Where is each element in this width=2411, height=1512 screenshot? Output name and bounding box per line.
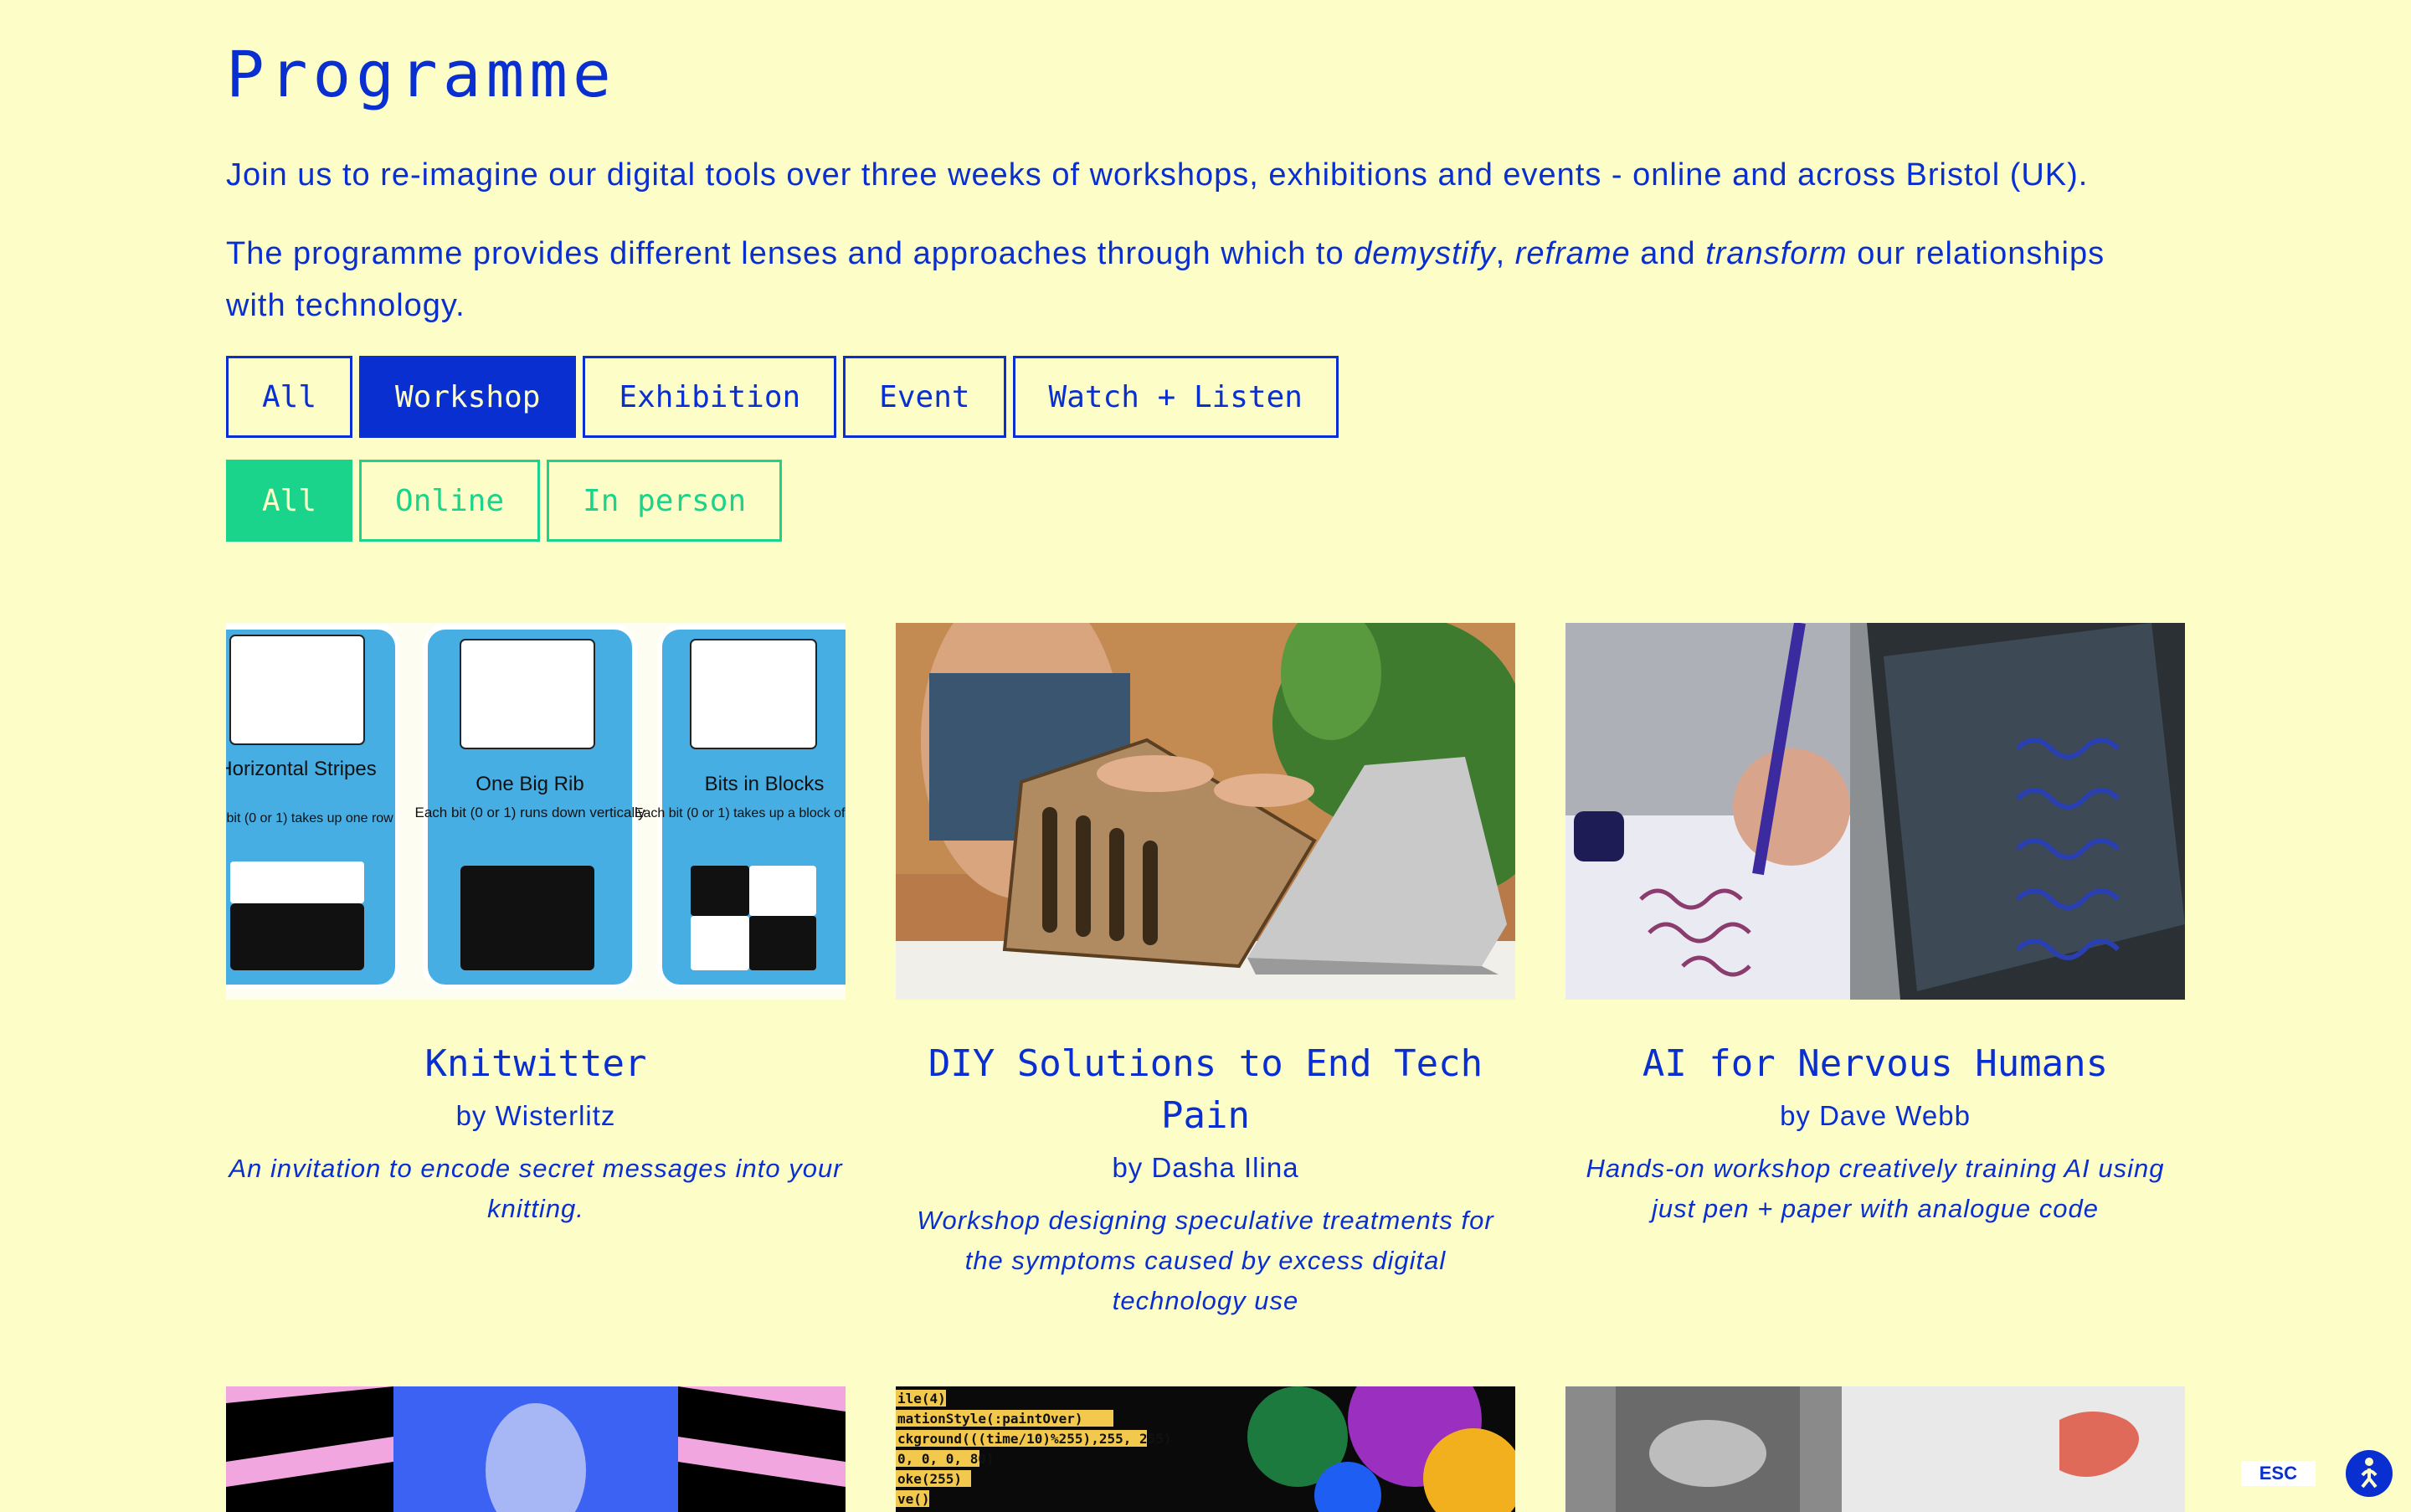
accessibility-icon[interactable] (2346, 1450, 2393, 1497)
card-author: by Wisterlitz (455, 1100, 616, 1131)
intro-text: Join us to re-imagine our digital tools … (226, 149, 2151, 358)
code-line: ve() (897, 1491, 930, 1507)
diy-solutions-image[interactable] (896, 623, 1515, 1000)
intro-emphasis: demystify (1354, 236, 1496, 271)
event-card-diy-solutions[interactable]: DIY Solutions to End Tech Pain by Dasha … (896, 623, 1515, 1321)
ai-nervous-humans-photo (1565, 623, 2185, 1000)
filter-all[interactable]: All (226, 356, 353, 438)
mode-filter-bar: All Online In person (226, 460, 783, 542)
row2-image-3[interactable] (1565, 1386, 2185, 1512)
page-title: Programme (226, 37, 616, 111)
card-title[interactable]: Knitwitter (226, 1038, 846, 1090)
intro-text-part: , (1495, 236, 1515, 271)
knitwitter-image[interactable]: Horizontal Stripes ach bit (0 or 1) take… (226, 623, 846, 1000)
intro-paragraph-2: The programme provides different lenses … (226, 228, 2151, 332)
code-line: ckground(((time/10)%255),255, 255) (897, 1431, 1172, 1447)
code-line: oke(255) (897, 1471, 962, 1487)
card-author: by Dasha Ilina (1112, 1152, 1299, 1183)
code-line: 0, 0, 0, 80) (897, 1451, 995, 1467)
card-description: Hands-on workshop creatively training AI… (1586, 1154, 2165, 1223)
filter-in-person[interactable]: In person (547, 460, 783, 542)
filter-event[interactable]: Event (843, 356, 1006, 438)
intro-emphasis: reframe (1514, 236, 1631, 271)
code-line: ile(4) (897, 1391, 946, 1407)
intro-text-part: The programme provides different lenses … (226, 236, 1355, 271)
card-description: An invitation to encode secret messages … (229, 1154, 843, 1223)
diy-solutions-photo (896, 623, 1515, 1000)
card-title[interactable]: DIY Solutions to End Tech Pain (896, 1038, 1515, 1142)
filter-exhibition[interactable]: Exhibition (583, 356, 837, 438)
intro-emphasis: transform (1705, 236, 1848, 271)
ai-nervous-humans-image[interactable] (1565, 623, 2185, 1000)
event-card-row2-1[interactable] (226, 1386, 846, 1512)
card-description: Workshop designing speculative treatment… (917, 1206, 1494, 1315)
event-card-row2-2[interactable]: ile(4) mationStyle(:paintOver) ckground(… (896, 1386, 1515, 1512)
event-card-knitwitter[interactable]: Horizontal Stripes ach bit (0 or 1) take… (226, 623, 846, 1229)
row2-illustration-1 (226, 1386, 846, 1512)
panel-sub-3: Each bit (0 or 1) takes up a block of st… (635, 806, 846, 820)
panel-title-2: One Big Rib (476, 773, 583, 795)
panel-sub-2: Each bit (0 or 1) runs down vertically (415, 805, 645, 820)
row2-illustration-2: ile(4) mationStyle(:paintOver) ckground(… (896, 1386, 1515, 1512)
filter-watch-listen[interactable]: Watch + Listen (1012, 356, 1339, 438)
event-card-row2-3[interactable] (1565, 1386, 2185, 1512)
row2-image-2[interactable]: ile(4) mationStyle(:paintOver) ckground(… (896, 1386, 1515, 1512)
event-card-ai-nervous-humans[interactable]: AI for Nervous Humans by Dave Webb Hands… (1565, 623, 2185, 1229)
panel-sub-1: ach bit (0 or 1) takes up one row (226, 811, 393, 825)
esc-button[interactable]: ESC (2240, 1461, 2316, 1486)
intro-text-part: and (1630, 236, 1706, 271)
row2-image-1[interactable] (226, 1386, 846, 1512)
filter-workshop[interactable]: Workshop (359, 356, 577, 438)
panel-title-1: Horizontal Stripes (226, 758, 377, 780)
filter-mode-all[interactable]: All (226, 460, 353, 542)
knitwitter-illustration: Horizontal Stripes ach bit (0 or 1) take… (226, 623, 846, 1000)
type-filter-bar: All Workshop Exhibition Event Watch + Li… (226, 356, 1339, 438)
code-line: mationStyle(:paintOver) (897, 1411, 1083, 1427)
card-title[interactable]: AI for Nervous Humans (1565, 1038, 2185, 1090)
row2-illustration-3 (1565, 1386, 2185, 1512)
intro-paragraph-1: Join us to re-imagine our digital tools … (226, 157, 2089, 193)
filter-online[interactable]: Online (359, 460, 541, 542)
accessibility-toolbar: ESC (2240, 1450, 2393, 1497)
panel-title-3: Bits in Blocks (705, 773, 825, 795)
card-author: by Dave Webb (1780, 1100, 1971, 1131)
